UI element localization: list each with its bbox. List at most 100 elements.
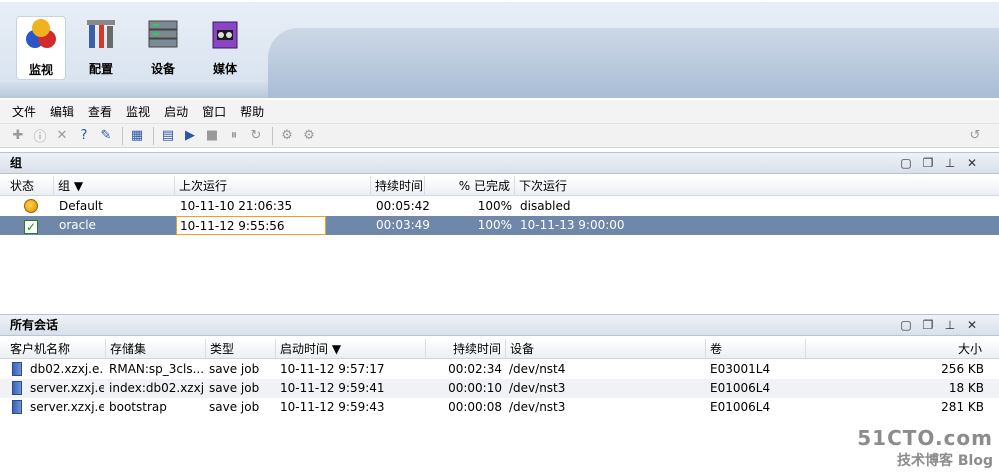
restore-icon[interactable]: ❐	[921, 153, 935, 173]
cell-duration: 00:03:49	[376, 218, 430, 232]
cell-client: server.xzxj.e...	[30, 381, 104, 395]
gear-icon[interactable]: ⚙	[277, 126, 297, 146]
close-icon[interactable]: ✕	[965, 153, 979, 173]
cell-last-run-focused[interactable]: 10-11-12 9:55:56	[176, 216, 326, 235]
menu-start[interactable]: 启动	[164, 103, 188, 120]
menu-help[interactable]: 帮助	[240, 103, 264, 120]
menu-window[interactable]: 窗口	[202, 103, 226, 120]
toolbar-separator	[122, 126, 123, 145]
col-volume[interactable]: 卷	[706, 339, 806, 359]
ribbon-divider	[0, 82, 270, 98]
col-device[interactable]: 设备	[506, 339, 706, 359]
ribbon-button-media[interactable]: 媒体	[200, 16, 250, 80]
sessions-panel-title: 所有会话	[10, 318, 59, 332]
ribbon-button-device[interactable]: 设备	[138, 16, 188, 80]
cell-duration: 00:05:42	[376, 199, 430, 213]
ribbon-label: 配置	[88, 62, 113, 76]
cell-last-run: 10-11-10 21:06:35	[180, 199, 293, 213]
table-row[interactable]: Default 10-11-10 21:06:35 00:05:42 100% …	[0, 197, 999, 216]
menu-monitor[interactable]: 监视	[126, 103, 150, 120]
col-type[interactable]: 类型	[206, 339, 276, 359]
wand-icon[interactable]: ✎	[96, 126, 116, 146]
cell-size: 281 KB	[941, 400, 984, 414]
watermark-line1: 51CTO.com	[857, 426, 993, 450]
cell-start: 10-11-12 9:57:17	[280, 362, 385, 376]
col-duration[interactable]: 持续时间	[371, 176, 425, 196]
refresh-icon[interactable]: ↺	[965, 126, 985, 146]
cell-group: oracle	[59, 218, 96, 232]
cell-device: /dev/nst3	[509, 381, 566, 395]
minimize-icon[interactable]: ▢	[899, 153, 913, 173]
table-row-selected[interactable]: ✓ oracle 10-11-12 9:55:56 00:03:49 100% …	[0, 216, 999, 235]
watermark-line2-text: 技术博客	[897, 453, 954, 469]
sessions-table-header: 客户机名称 存储集 类型 启动时间 ▼ 持续时间 设备 卷 大小	[0, 339, 999, 359]
pin-icon[interactable]: ⊥	[943, 315, 957, 335]
document-icon	[12, 400, 22, 419]
cell-duration: 00:02:34	[448, 362, 502, 376]
cell-volume: E01006L4	[710, 400, 771, 414]
ribbon-button-monitor[interactable]: 监视	[16, 16, 66, 80]
toolbar-separator	[272, 126, 273, 145]
toolbar-separator	[153, 126, 154, 145]
col-start-time[interactable]: 启动时间 ▼	[276, 339, 426, 359]
watermark-line3-text: Blog	[957, 453, 993, 469]
sessions-panel-header: 所有会话 ▢ ❐ ⊥ ✕	[0, 314, 999, 336]
cell-volume: E01006L4	[710, 381, 771, 395]
menu-file[interactable]: 文件	[12, 103, 36, 120]
col-duration[interactable]: 持续时间	[426, 339, 506, 359]
add-icon[interactable]: ✚	[8, 126, 28, 146]
col-completed[interactable]: % 已完成	[425, 176, 515, 196]
watermark-line2: 技术博客 Blog	[857, 450, 993, 470]
monitor-icon	[26, 19, 56, 48]
cell-saveset: RMAN:sp_3cls...	[109, 362, 204, 376]
menu-bar: 文件 编辑 查看 监视 启动 窗口 帮助	[0, 100, 999, 124]
menu-view[interactable]: 查看	[88, 103, 112, 120]
gear-settings-icon[interactable]: ⚙	[299, 126, 319, 146]
ribbon-label: 监视	[28, 63, 53, 77]
toolbar: ✚ ⓘ ✕ ? ✎ ▦ ▤ ▶ ■ ⏸ ↻ ⚙ ⚙ ↺	[0, 124, 999, 148]
close-icon[interactable]: ✕	[965, 315, 979, 335]
col-last-run[interactable]: 上次运行	[175, 176, 371, 196]
menu-edit[interactable]: 编辑	[50, 103, 74, 120]
cell-type: save job	[209, 381, 260, 395]
help-icon[interactable]: ?	[74, 126, 94, 146]
col-next-run[interactable]: 下次运行	[515, 176, 999, 196]
table-row[interactable]: server.xzxj.e... index:db02.xzxj.... sav…	[0, 379, 999, 398]
col-group[interactable]: 组 ▼	[54, 176, 175, 196]
ribbon-banner	[268, 28, 999, 98]
cell-volume: E03001L4	[710, 362, 771, 376]
config-icon	[87, 20, 115, 48]
cell-size: 18 KB	[948, 381, 984, 395]
cell-next-run: disabled	[520, 199, 571, 213]
pause-icon[interactable]: ⏸	[224, 126, 244, 146]
col-group-label: 组	[58, 179, 71, 193]
col-status[interactable]: 状态	[6, 176, 54, 196]
col-saveset[interactable]: 存储集	[106, 339, 206, 359]
table-row[interactable]: server.xzxj.e... bootstrap save job 10-1…	[0, 398, 999, 417]
cell-next-run: 10-11-13 9:00:00	[520, 218, 625, 232]
panel-controls: ▢ ❐ ⊥ ✕	[899, 315, 979, 335]
col-size[interactable]: 大小	[806, 339, 986, 359]
device-icon	[148, 20, 178, 48]
restore-icon[interactable]: ❐	[921, 315, 935, 335]
cell-completed: 100%	[477, 199, 512, 213]
restart-icon[interactable]: ↻	[246, 126, 266, 146]
col-client[interactable]: 客户机名称	[6, 339, 106, 359]
stop-icon[interactable]: ■	[202, 126, 222, 146]
cell-type: save job	[209, 400, 260, 414]
cell-device: /dev/nst3	[509, 400, 566, 414]
table-row[interactable]: db02.xzxj.e... RMAN:sp_3cls... save job …	[0, 360, 999, 379]
success-status-icon: ✓	[24, 220, 38, 234]
pin-icon[interactable]: ⊥	[943, 153, 957, 173]
delete-icon[interactable]: ✕	[52, 126, 72, 146]
calendar-icon[interactable]: ▦	[127, 126, 147, 146]
ribbon-button-config[interactable]: 配置	[76, 16, 126, 80]
report-icon[interactable]: ▤	[158, 126, 178, 146]
watermark: 51CTO.com 技术博客 Blog	[857, 426, 993, 470]
panel-controls: ▢ ❐ ⊥ ✕	[899, 153, 979, 173]
info-icon[interactable]: ⓘ	[30, 126, 50, 146]
ribbon-label: 设备	[150, 62, 175, 76]
minimize-icon[interactable]: ▢	[899, 315, 913, 335]
ribbon-label: 媒体	[212, 62, 237, 76]
play-icon[interactable]: ▶	[180, 126, 200, 146]
